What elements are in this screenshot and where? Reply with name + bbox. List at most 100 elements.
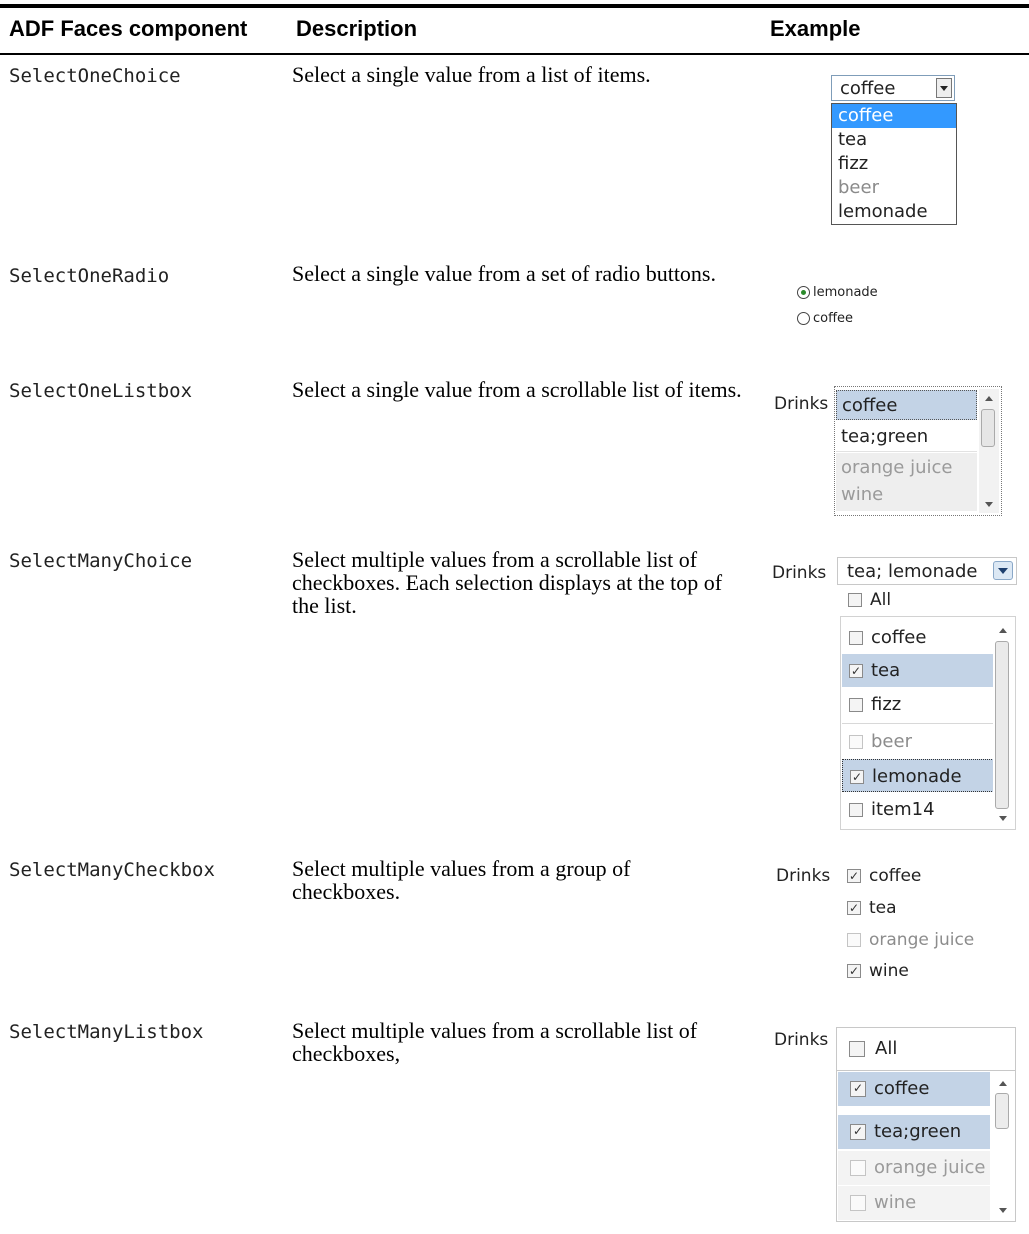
select-all-option[interactable]: All [836,1027,1016,1071]
checkbox-disabled-icon [849,735,863,749]
choice-option[interactable]: coffee [832,104,956,128]
checkbox-checked-icon[interactable]: ✓ [847,964,861,978]
item-label: coffee [871,627,927,648]
checkbox-option[interactable]: ✓ wine [847,961,909,981]
list-item[interactable]: coffee [842,621,994,654]
list-item[interactable]: ✓ tea [842,654,994,687]
checkbox-disabled-icon [850,1160,866,1176]
field-label: Drinks [774,1030,829,1050]
many-choice-field[interactable]: tea; lemonade [837,557,1017,585]
scroll-up-icon[interactable] [999,1081,1007,1086]
component-description: Select a single value from a scrollable … [292,377,742,402]
radio-option[interactable]: lemonade [797,285,878,300]
item-label: tea [871,660,901,681]
dropdown-button[interactable] [936,78,952,98]
scroll-down-icon[interactable] [999,816,1007,821]
field-label: Drinks [772,563,827,583]
component-name: SelectOneRadio [9,265,170,287]
listbox-item: wine [838,1186,990,1220]
checkbox-option[interactable]: ✓ coffee [847,866,921,886]
many-listbox[interactable]: ✓ coffee ✓ tea;green orange juice wine [836,1070,1016,1222]
scroll-up-icon[interactable] [999,628,1007,633]
scroll-up-icon[interactable] [985,396,993,401]
listbox-item[interactable]: coffee [836,390,977,420]
checkbox-checked-icon[interactable]: ✓ [850,770,864,784]
chevron-down-icon [998,568,1008,574]
item-label: item14 [871,799,935,820]
checkbox-checked-icon[interactable]: ✓ [850,1081,866,1097]
scrollbar[interactable] [993,619,1013,827]
checkbox-icon[interactable] [848,593,862,607]
choice-option: beer [838,177,879,198]
checkbox-icon[interactable] [849,631,863,645]
checkbox-icon[interactable] [849,698,863,712]
item-label: wine [874,1192,917,1213]
scrollbar[interactable] [979,389,999,513]
choice-field[interactable]: coffee [831,75,955,101]
radio-unchecked-icon[interactable] [797,312,810,325]
scroll-down-icon[interactable] [985,502,993,507]
listbox-item: wine [836,483,977,511]
component-name: SelectManyListbox [9,1021,204,1043]
checkbox-checked-icon[interactable]: ✓ [847,869,861,883]
listbox-item[interactable]: ✓ coffee [838,1072,990,1106]
radio-checked-icon[interactable] [797,286,810,299]
component-description: Select multiple values from a scrollable… [292,1018,698,1066]
item-label: orange juice [874,1157,986,1178]
component-description: Select a single value from a set of radi… [292,261,716,286]
choice-option[interactable]: lemonade [832,200,956,224]
checkbox-option: orange juice [847,930,974,950]
choice-option[interactable]: fizz [832,152,956,176]
list-item[interactable]: item14 [842,793,994,826]
checkbox-checked-icon[interactable]: ✓ [849,664,863,678]
item-label: coffee [874,1078,930,1099]
list-item[interactable]: ✓ lemonade [842,759,994,792]
item-label: fizz [871,694,902,715]
scroll-thumb[interactable] [995,641,1009,809]
select-all-label: All [875,1038,898,1059]
header-component: ADF Faces component [9,16,248,41]
checkbox-icon[interactable] [849,1041,865,1057]
checkbox-label: orange juice [869,930,975,950]
list-item[interactable]: fizz [842,688,994,721]
list-divider [842,723,994,724]
scroll-down-icon[interactable] [999,1208,1007,1213]
checkbox-disabled-icon [847,933,861,947]
item-label: tea;green [874,1121,962,1142]
header-description: Description [296,16,418,41]
listbox[interactable]: coffee tea;green orange juice wine [834,386,1002,516]
checkbox-option[interactable]: ✓ tea [847,898,897,918]
choice-option[interactable]: tea [832,128,956,152]
select-all-label: All [870,590,892,610]
dropdown-button[interactable] [993,561,1013,580]
component-description: Select a single value from a list of ite… [292,62,651,87]
component-name: SelectManyChoice [9,550,193,572]
item-label: beer [871,731,912,752]
checkbox-label: coffee [869,866,922,886]
listbox-item: orange juice [836,453,977,483]
component-description: Select multiple values from a group of c… [292,856,631,904]
header-example: Example [770,16,861,41]
listbox-item[interactable]: ✓ tea;green [838,1115,990,1149]
scroll-thumb[interactable] [995,1093,1009,1129]
table-header-rule [0,53,1029,55]
component-name: SelectManyCheckbox [9,859,215,881]
many-choice-list: coffee ✓ tea fizz beer ✓ lemonade item14 [840,616,1016,830]
component-description: Select multiple values from a scrollable… [292,547,723,618]
checkbox-disabled-icon [850,1195,866,1211]
many-choice-value: tea; lemonade [847,561,978,582]
select-all-option[interactable]: All [848,590,891,610]
checkbox-icon[interactable] [849,803,863,817]
checkbox-checked-icon[interactable]: ✓ [850,1124,866,1140]
table-top-rule [0,4,1029,8]
checkbox-checked-icon[interactable]: ✓ [847,901,861,915]
radio-label: lemonade [813,285,878,300]
radio-option[interactable]: coffee [797,311,853,326]
radio-label: coffee [813,311,854,326]
choice-value: coffee [840,78,896,99]
choice-dropdown-list: coffee tea fizz beer lemonade [831,103,957,225]
listbox-item[interactable]: tea;green [836,422,977,452]
field-label: Drinks [776,866,831,886]
scrollbar[interactable] [993,1073,1013,1219]
scroll-thumb[interactable] [981,409,995,447]
